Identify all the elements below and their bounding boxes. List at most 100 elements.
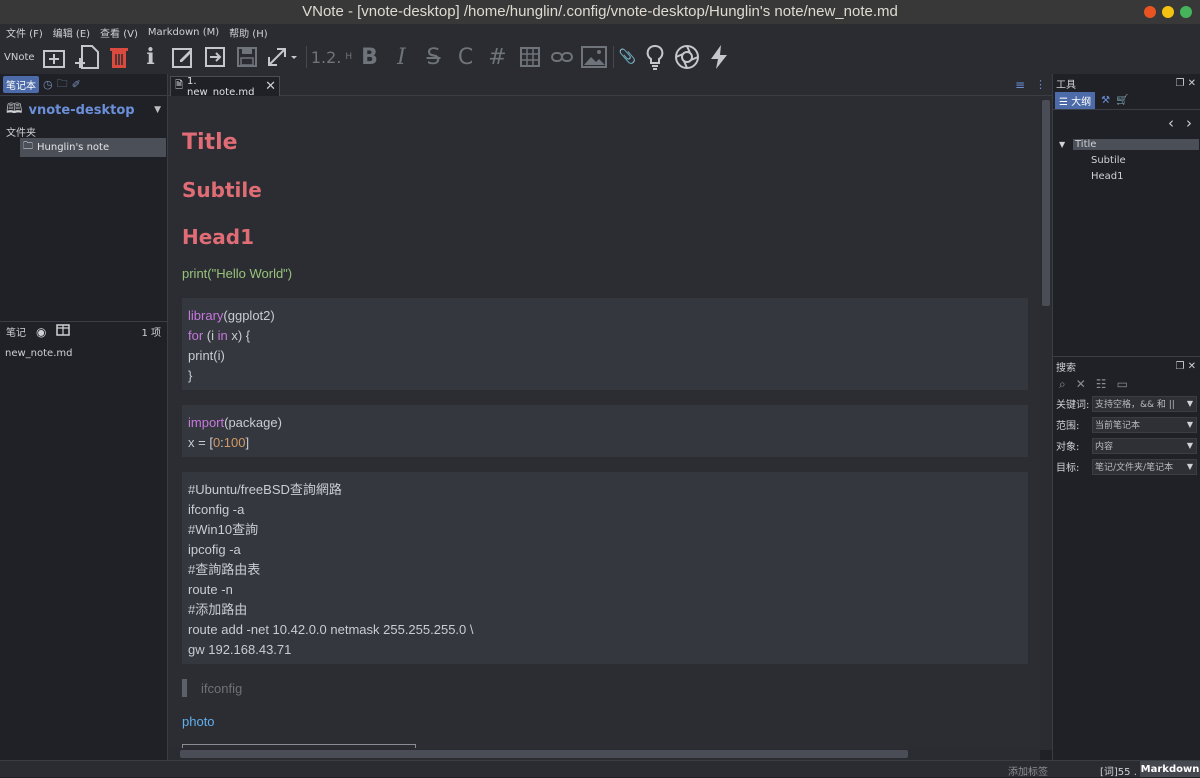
code-line: ifconfig -a [188,502,245,517]
expand-arrow-icon[interactable]: ▼ [1053,140,1071,149]
settings-sliders-icon[interactable]: ☷ [1096,377,1107,391]
code-block-icon[interactable]: # [482,41,514,73]
outline-item[interactable]: Subtile [1053,152,1200,168]
left-panel: 笔记本 ◷ 🗀 ✐ 🕮 vnote-desktop ▼ 文件夹 🗀 Hungli… [0,74,168,760]
chevron-down-icon[interactable]: ▼ [1187,462,1193,471]
code-line: #查詢路由表 [188,562,261,577]
minimize-button[interactable] [1144,6,1156,18]
link-icon[interactable] [546,41,578,73]
console-icon[interactable]: ▭ [1117,377,1128,391]
aperture-icon[interactable] [671,41,703,73]
status-bar: 添加标签 [词]55 . Markdown [0,760,1200,778]
eye-icon[interactable]: ◉ [36,325,46,339]
scope-select[interactable]: 当前笔记本 ▼ [1092,416,1197,433]
chevron-down-icon[interactable]: ▼ [1187,441,1193,450]
note-item[interactable]: new_note.md [5,348,72,359]
target-select[interactable]: 笔记/文件夹/笔记本 ▼ [1092,458,1197,475]
horizontal-scroll-thumb[interactable] [180,750,908,758]
close-tab-icon[interactable]: ✕ [265,79,276,94]
search-icon[interactable]: ⌕ [1059,377,1066,392]
search-field-object: 对象: 内容 ▼ [1053,435,1200,456]
wrench-icon[interactable]: ⚒ [1101,95,1110,106]
window-controls [1144,6,1192,18]
folder-item[interactable]: 🗀 Hunglin's note [20,138,166,157]
vertical-scrollbar[interactable] [1040,96,1052,750]
lightbulb-icon[interactable] [639,41,671,73]
table-icon[interactable] [514,41,546,73]
word-count[interactable]: [词]55 . [1100,763,1137,778]
keyword-input[interactable]: 支持空格，&& 和 || ▼ [1092,395,1197,412]
strikethrough-icon[interactable]: S [418,41,450,73]
chevron-down-icon[interactable]: ▼ [1187,420,1193,429]
tab-list-icon[interactable]: ≡ [1015,78,1025,92]
menu-edit[interactable]: 编辑 (E) [53,25,90,40]
code-keyword: library [188,308,224,323]
code-keyword: in [217,328,228,343]
editor-tab-strip: 🗎 1. new_note.md ✕ ≡ ⋮ [168,74,1052,98]
save-exit-icon[interactable] [199,41,231,73]
editor-mode-badge[interactable]: Markdown [1140,761,1200,777]
search-title-bar: 搜索 ❐ ✕ [1053,357,1200,375]
outline-item[interactable]: ▼ Title [1053,136,1200,152]
blockquote-text: ifconfig [201,680,243,696]
tab-notebook[interactable]: 笔记本 [3,76,39,93]
more-options-icon[interactable]: ⋮ [1035,78,1046,92]
object-select[interactable]: 内容 ▼ [1092,437,1197,454]
history-icon[interactable]: ◷ [43,78,53,91]
clear-icon[interactable]: ✕ [1076,377,1086,391]
attachment-icon[interactable]: 📎 [617,41,639,73]
edit-icon[interactable] [167,41,199,73]
heading-icon[interactable]: 1.2. H [310,41,354,73]
add-tag-button[interactable]: 添加标签 [1008,763,1048,778]
inline-code-icon[interactable]: C [450,41,482,73]
lightning-icon[interactable] [703,41,735,73]
code-line: ipcofig -a [188,542,241,557]
folder-explorer-icon[interactable]: 🗀 [57,75,68,94]
search-panel: 搜索 ❐ ✕ ⌕ ✕ ☷ ▭ 关键词: 支持空格，&& 和 || ▼ 范围: 当前… [1053,356,1200,477]
field-label: 目标: [1056,463,1080,474]
bold-icon[interactable]: B [354,41,386,73]
maximize-button[interactable] [1162,6,1174,18]
folder-item-label: Hunglin's note [37,142,110,153]
code-text: x) { [227,328,251,343]
new-notebook-icon[interactable] [39,41,71,73]
info-icon[interactable]: i [135,41,167,73]
notebook-selector[interactable]: 🕮 vnote-desktop ▼ [0,96,167,124]
menu-markdown[interactable]: Markdown (M) [148,27,219,38]
split-view-icon[interactable] [56,324,71,339]
heading-subtitle: Subtile [182,178,262,202]
new-note-icon[interactable] [71,41,103,73]
expand-icon[interactable] [263,41,303,73]
heading-label: 1.2. [310,47,342,67]
chevron-down-icon[interactable]: ▼ [1187,399,1193,408]
dock-close-icons[interactable]: ❐ ✕ [1175,361,1196,372]
code-keyword: for [188,328,204,343]
toolbar-app-label: VNote [4,51,35,63]
menu-help[interactable]: 帮助 (H) [229,25,268,40]
image-icon[interactable] [578,41,610,73]
blockquote-bar [182,679,187,697]
italic-icon[interactable]: I [386,41,418,73]
menu-view[interactable]: 查看 (V) [100,25,138,40]
folder-icon: 🗀 [23,141,33,152]
tag-icon[interactable]: ✐ [72,78,81,91]
tools-tabs: ☰ 大纲 ⚒ 🛒 [1053,92,1200,110]
chevron-left-icon[interactable]: ‹ [1168,114,1174,132]
tab-outline[interactable]: ☰ 大纲 [1055,92,1096,109]
save-icon[interactable] [231,41,263,73]
photo-link[interactable]: photo [182,714,215,729]
code-line: print(i) [188,348,225,363]
vertical-scroll-thumb[interactable] [1042,100,1050,306]
delete-icon[interactable] [103,41,135,73]
chevron-right-icon[interactable]: › [1186,114,1192,132]
horizontal-scrollbar[interactable] [168,748,1040,760]
editor-tab[interactable]: 🗎 1. new_note.md ✕ [170,76,280,98]
markdown-editor[interactable]: Title Subtile Head1 print("Hello World")… [168,96,1040,760]
outline-item-title[interactable]: Title [1073,138,1199,150]
toolbar: VNote i 1.2. H B I S C # 📎 [0,40,1200,74]
close-window-button[interactable] [1180,6,1192,18]
outline-item[interactable]: Head1 [1053,168,1200,184]
menu-file[interactable]: 文件 (F) [6,25,43,40]
dock-close-icons[interactable]: ❐ ✕ [1175,78,1196,89]
cart-icon[interactable]: 🛒 [1116,95,1128,106]
